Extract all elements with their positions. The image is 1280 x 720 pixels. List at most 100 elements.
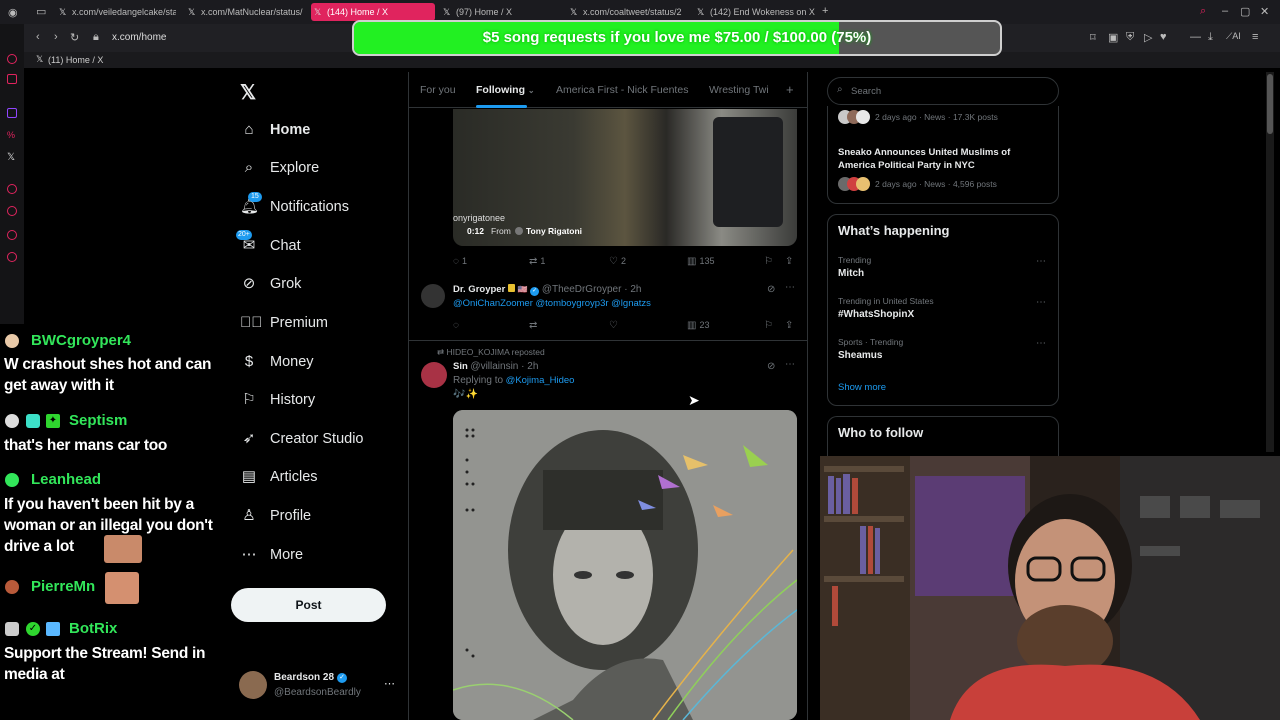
replying-to-link[interactable]: @Kojima_Hideo xyxy=(506,375,575,386)
share-icon: ⇪ xyxy=(785,256,794,267)
panel-icon[interactable] xyxy=(7,54,17,64)
account-menu-icon[interactable]: ⋯ xyxy=(384,677,395,690)
settings-icon[interactable] xyxy=(7,252,17,262)
browser-tab-2[interactable]: 𝕏x.com/MatNuclear/status/ xyxy=(185,3,305,21)
trend-more-icon[interactable]: ⋯ xyxy=(1036,297,1047,308)
news-title[interactable]: Sneako Announces United Muslims of Ameri… xyxy=(838,146,1048,172)
search-icon[interactable]: ⌕ xyxy=(1200,5,1206,18)
chat-username: BotRix xyxy=(69,620,118,637)
trend-name[interactable]: #WhatsShopinX xyxy=(838,309,914,320)
scrollbar[interactable] xyxy=(1266,72,1274,452)
grok-icon[interactable]: ⊘ xyxy=(767,284,775,295)
x-logo-icon[interactable]: 𝕏 xyxy=(7,152,17,163)
maximize-icon[interactable]: ▢ xyxy=(1240,5,1250,18)
repost-text[interactable]: HIDEO_KOJIMA reposted xyxy=(446,347,544,357)
panel-icon[interactable] xyxy=(7,230,17,240)
sidebar-item-chat[interactable]: ✉ 20+ Chat xyxy=(236,230,301,261)
video-player[interactable]: onyrigatonee 0:12 From Tony Rigatoni xyxy=(453,109,797,246)
ai-icon[interactable]: ⟋AI xyxy=(1226,31,1241,42)
reload-icon[interactable]: ↻ xyxy=(70,31,79,44)
menu-icon[interactable]: ≡ xyxy=(1252,31,1258,43)
reply-context: Replying to @Kojima_Hideo xyxy=(453,375,574,386)
play-icon[interactable]: ▷ xyxy=(1144,31,1152,44)
author-name[interactable]: Dr. Groyper xyxy=(453,284,505,295)
show-more-link[interactable]: Show more xyxy=(838,382,886,393)
reply-button[interactable]: ◌ xyxy=(453,320,462,331)
panel-icon[interactable] xyxy=(7,184,17,194)
browser-menu-icon[interactable]: ◉ xyxy=(8,6,18,19)
new-tab-icon[interactable]: + xyxy=(822,5,828,17)
more-icon[interactable]: ⋯ xyxy=(785,359,795,370)
browser-tab-3-active[interactable]: 𝕏 (144) Home / X xyxy=(311,3,435,21)
sidebar-toggle-icon[interactable]: — xyxy=(1190,31,1201,43)
screenshot-icon[interactable]: ▣ xyxy=(1108,31,1118,44)
back-icon[interactable]: ‹ xyxy=(36,31,40,43)
minimize-icon[interactable]: – xyxy=(1222,5,1228,17)
author-name[interactable]: Sin xyxy=(453,361,468,372)
twitch-icon[interactable] xyxy=(7,108,17,118)
trend-name[interactable]: Mitch xyxy=(838,268,864,279)
avatar[interactable] xyxy=(239,671,267,699)
browser-tab-4[interactable]: 𝕏 (97) Home / X xyxy=(440,3,560,21)
bookmark-page-icon[interactable]: ⌑ xyxy=(1090,31,1096,44)
views-button[interactable]: ▥ 23 xyxy=(687,320,709,331)
like-button[interactable]: ♡ 2 xyxy=(609,256,626,267)
views-button[interactable]: ▥ 135 xyxy=(687,256,714,267)
browser-tab-5[interactable]: 𝕏x.com/coaltweet/status/2 xyxy=(567,3,689,21)
scrollbar-thumb[interactable] xyxy=(1267,74,1273,134)
retweet-button[interactable]: ⇄ 1 xyxy=(529,256,545,267)
close-icon[interactable]: ✕ xyxy=(1260,5,1269,18)
shield-icon[interactable]: ⛨ xyxy=(1126,31,1134,44)
trend-name[interactable]: Sheamus xyxy=(838,350,882,361)
tweet-header: Dr. Groyper 🇺🇸 ✓ @TheeDrGroyper · 2h xyxy=(453,284,641,296)
sidebar-item-more[interactable]: ⋯ More xyxy=(240,540,304,570)
retweet-button[interactable]: ⇄ xyxy=(529,320,540,331)
avatar[interactable] xyxy=(421,362,447,388)
tab-america-first[interactable]: America First - Nick Fuentes xyxy=(556,72,688,108)
sidebar-item-profile[interactable]: ♙ Profile xyxy=(240,501,311,531)
sidebar-item-articles[interactable]: ▤ Articles xyxy=(240,462,318,492)
tab-wrestling[interactable]: Wresting Twi xyxy=(709,72,769,108)
tab-following[interactable]: Following ⌄ xyxy=(476,72,535,108)
like-button[interactable]: ♡ xyxy=(609,320,621,331)
x-logo-icon: 𝕏 xyxy=(59,7,67,17)
browser-tab-1[interactable]: 𝕏x.com/veiledangelcake/sta xyxy=(56,3,176,21)
trend-more-icon[interactable]: ⋯ xyxy=(1036,338,1047,349)
heart-icon[interactable]: ♥ xyxy=(1160,31,1167,43)
avatar[interactable] xyxy=(421,284,445,308)
grok-icon[interactable]: ⊘ xyxy=(767,361,775,372)
add-tab-icon[interactable]: + xyxy=(786,72,794,108)
browser-tab-6[interactable]: 𝕏 (142) End Wokeness on X xyxy=(694,3,816,21)
sidebar-item-home[interactable]: ⌂ Home xyxy=(240,115,310,145)
sidebar-item-creator-studio[interactable]: ➶ Creator Studio xyxy=(240,424,364,454)
bookmark-button[interactable]: ⚐ xyxy=(764,256,776,267)
share-button[interactable]: ⇪ xyxy=(785,256,796,267)
tab-overview-icon[interactable]: ▭ xyxy=(36,5,46,18)
sidebar-item-explore[interactable]: ⌕ Explore xyxy=(240,153,319,183)
search-input[interactable]: ⌕ Search xyxy=(827,77,1059,105)
url-field[interactable]: x.com/home xyxy=(112,32,166,43)
reply-button[interactable]: ◌ 1 xyxy=(453,256,467,267)
video-source-name[interactable]: Tony Rigatoni xyxy=(526,226,582,236)
percent-icon[interactable]: % xyxy=(7,130,17,140)
sidebar-item-premium[interactable]: ✓⃝ Premium xyxy=(240,308,328,338)
sidebar-item-money[interactable]: $ Money xyxy=(240,347,314,377)
panel-icon[interactable] xyxy=(7,74,17,84)
article-icon: ▤ xyxy=(241,468,257,485)
tab-for-you[interactable]: For you xyxy=(420,72,456,108)
tweet-text[interactable]: @OniChanZoomer @tomboygroyp3r @lgnatzs xyxy=(453,298,651,309)
bookmark-item[interactable]: (11) Home / X xyxy=(48,55,103,65)
sidebar-item-history[interactable]: ⚐ History xyxy=(240,385,315,415)
sidebar-item-grok[interactable]: ⊘ Grok xyxy=(240,269,302,299)
x-logo-icon[interactable]: 𝕏 xyxy=(240,80,256,105)
post-button[interactable]: Post xyxy=(231,588,386,622)
download-icon[interactable]: ⤓ xyxy=(1208,31,1213,44)
forward-icon[interactable]: › xyxy=(54,31,58,43)
more-icon[interactable]: ⋯ xyxy=(785,282,795,293)
share-button[interactable]: ⇪ xyxy=(785,320,796,331)
trend-more-icon[interactable]: ⋯ xyxy=(1036,256,1047,267)
tweet-image[interactable] xyxy=(453,410,797,720)
sidebar-item-notifications[interactable]: 🔔︎ 15 Notifications xyxy=(240,192,349,222)
history-icon[interactable] xyxy=(7,206,17,216)
bookmark-button[interactable]: ⚐ xyxy=(764,320,776,331)
